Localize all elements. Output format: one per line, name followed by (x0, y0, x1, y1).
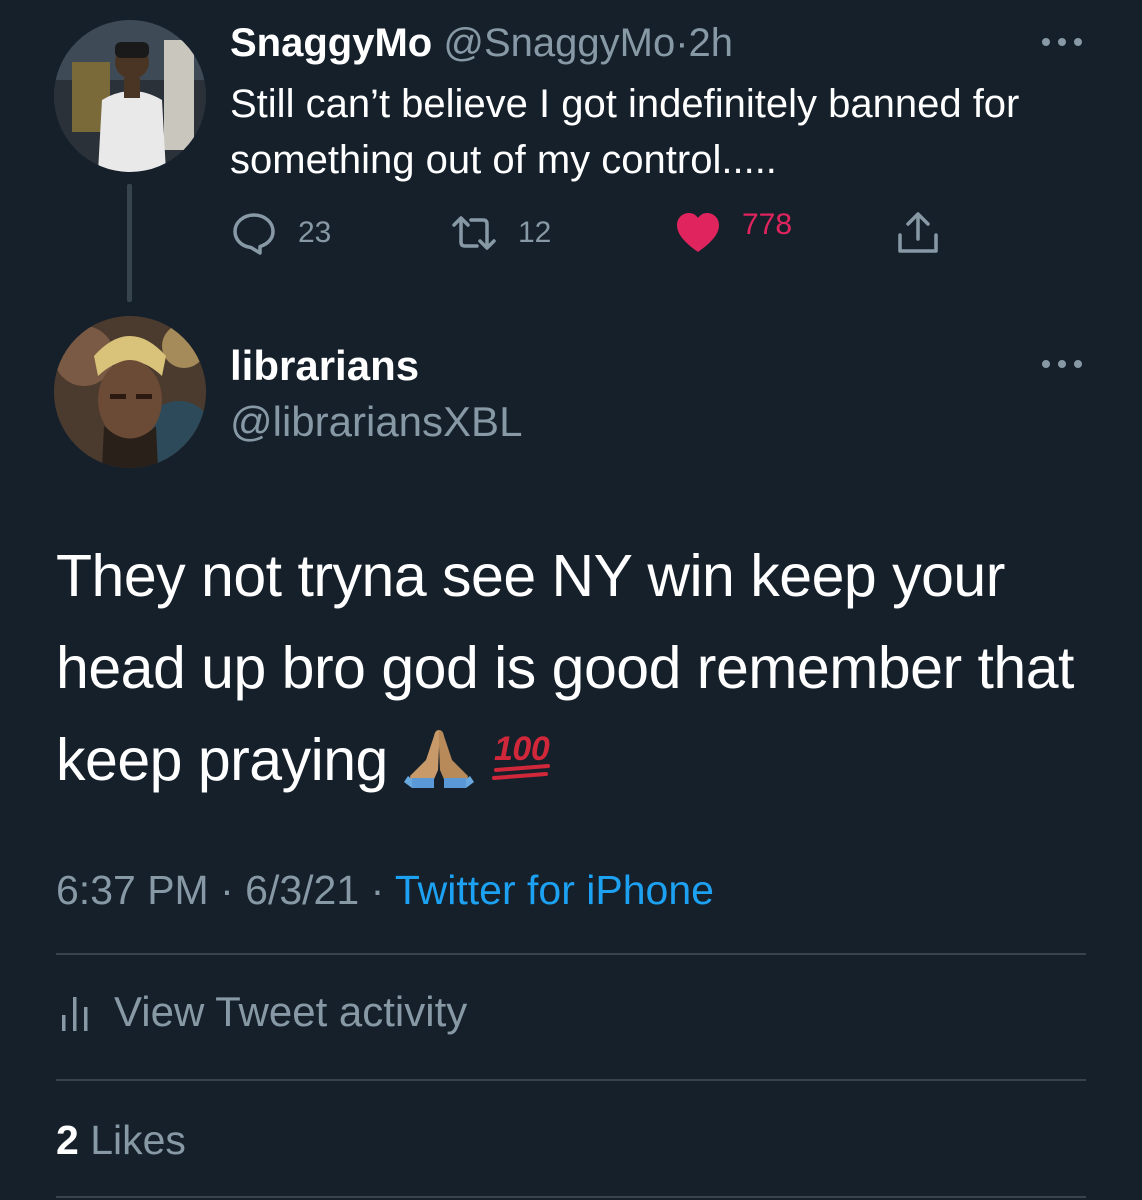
divider (56, 1079, 1086, 1081)
likes-count: 2 (56, 1117, 79, 1163)
likes-label: Likes (90, 1117, 186, 1163)
hundred-points-emoji-icon: 100 (490, 722, 554, 814)
main-tweet-body: They not tryna see NY win keep your head… (56, 543, 1074, 793)
meta-separator-2: · (370, 867, 385, 913)
parent-avatar-image (54, 20, 206, 172)
tweet-source-link[interactable]: Twitter for iPhone (395, 867, 714, 913)
tweet-date: 6/3/21 (245, 867, 360, 913)
likes-summary[interactable]: 2 Likes (56, 1116, 186, 1164)
main-more-options-icon[interactable] (1042, 358, 1082, 370)
parent-separator: · (675, 21, 689, 65)
retweet-count: 12 (518, 216, 552, 249)
parent-tweet-header: SnaggyMo @SnaggyMo·2h (230, 20, 733, 66)
parent-more-options-icon[interactable] (1042, 36, 1082, 48)
main-avatar[interactable] (54, 316, 206, 468)
retweet-icon (452, 216, 496, 250)
parent-avatar[interactable] (54, 20, 206, 172)
thread-line (127, 184, 132, 302)
like-button[interactable]: 778 (674, 208, 792, 258)
main-avatar-image (54, 316, 206, 468)
reply-icon (233, 213, 275, 255)
parent-tweet-text: Still can’t believe I got indefinitely b… (230, 82, 1020, 182)
reply-count: 23 (298, 216, 332, 249)
main-tweet-text: They not tryna see NY win keep your head… (56, 530, 1096, 814)
like-count: 778 (742, 208, 793, 241)
parent-handle[interactable]: @SnaggyMo (443, 21, 675, 65)
divider (56, 1196, 1086, 1198)
svg-text:100: 100 (494, 730, 550, 768)
folded-hands-emoji-icon (403, 722, 474, 814)
share-button[interactable] (894, 208, 942, 258)
main-handle[interactable]: @librariansXBL (230, 398, 522, 446)
reply-button[interactable]: 23 (230, 208, 331, 258)
share-icon (898, 212, 938, 253)
heart-icon (677, 213, 719, 252)
divider (56, 953, 1086, 955)
retweet-button[interactable]: 12 (450, 208, 551, 258)
main-display-name[interactable]: librarians (230, 342, 419, 390)
meta-separator-1: · (220, 867, 234, 913)
tweet-meta: 6:37 PM · 6/3/21 · Twitter for iPhone (56, 866, 714, 914)
parent-time[interactable]: 2h (689, 21, 734, 65)
parent-action-bar: 23 12 778 (230, 208, 950, 258)
view-tweet-activity-label: View Tweet activity (114, 988, 468, 1035)
activity-chart-icon (62, 997, 88, 1031)
view-tweet-activity-button[interactable]: View Tweet activity (60, 986, 467, 1038)
parent-display-name[interactable]: SnaggyMo (230, 21, 432, 65)
tweet-time: 6:37 PM (56, 867, 209, 913)
